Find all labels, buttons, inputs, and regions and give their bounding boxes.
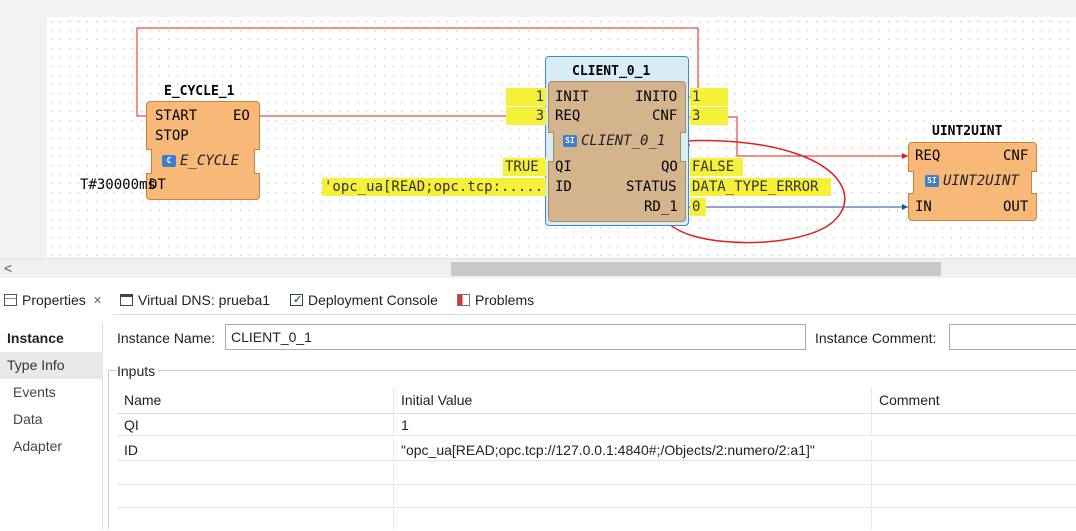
cell-initial-value[interactable]: 1 xyxy=(394,414,872,436)
service-interface-icon: SI xyxy=(563,135,577,147)
side-tab-events[interactable]: Events xyxy=(0,379,103,406)
tab-label: Virtual DNS: prueba1 xyxy=(138,292,271,308)
window-icon xyxy=(120,294,133,306)
value-rd-1[interactable]: 0 xyxy=(690,198,706,216)
instance-comment-label: Instance Comment: xyxy=(815,330,937,346)
pin-qo[interactable]: QO xyxy=(661,159,678,175)
cell-empty xyxy=(117,463,394,485)
value-qi[interactable]: TRUE xyxy=(503,158,546,176)
pin-cnf[interactable]: CNF xyxy=(652,108,677,124)
tab-deployment-console[interactable]: ✓ Deployment Console xyxy=(290,285,438,315)
pin-init[interactable]: INIT xyxy=(555,89,589,105)
fb-instance-name[interactable]: UINT2UINT xyxy=(932,124,1002,139)
pin-stop[interactable]: STOP xyxy=(155,128,189,144)
fb-notch-left xyxy=(146,149,152,174)
check-mark: ✓ xyxy=(293,294,303,306)
value-inito[interactable]: 1 xyxy=(690,88,728,106)
table-header-row: Name Initial Value Comment xyxy=(117,387,1076,414)
column-header-comment[interactable]: Comment xyxy=(872,387,1076,414)
cell-name[interactable]: ID xyxy=(117,439,394,461)
instance-name-label: Instance Name: xyxy=(117,330,216,346)
fb-type-label[interactable]: C E_CYCLE xyxy=(162,153,239,169)
cell-initial-value[interactable]: "opc_ua[READ;opc.tcp://127.0.0.1:4840#;/… xyxy=(394,439,872,461)
inputs-group-label: Inputs xyxy=(117,363,159,379)
value-status[interactable]: DATA_TYPE_ERROR xyxy=(690,178,831,196)
function-block-diagram-editor[interactable]: E_CYCLE_1 START STOP EO DT C E_CYCLE T#3… xyxy=(0,0,1076,258)
pin-eo[interactable]: EO xyxy=(233,108,250,124)
tab-problems[interactable]: Problems xyxy=(457,285,534,315)
close-icon[interactable]: ✕ xyxy=(93,294,102,307)
column-header-initial-value[interactable]: Initial Value xyxy=(394,387,872,414)
pin-cnf[interactable]: CNF xyxy=(1003,148,1028,164)
table-row-empty xyxy=(117,509,1076,531)
tab-virtual-dns[interactable]: Virtual DNS: prueba1 xyxy=(120,285,270,315)
problems-icon xyxy=(457,294,470,306)
value-init[interactable]: 1 xyxy=(506,88,546,106)
cell-empty xyxy=(117,486,394,508)
pin-in[interactable]: IN xyxy=(915,199,932,215)
fb-type-name: E_CYCLE xyxy=(180,153,240,169)
fb-notch-right xyxy=(680,132,686,162)
cell-empty xyxy=(394,486,872,508)
fb-notch-left xyxy=(548,132,554,162)
side-tab-data[interactable]: Data xyxy=(0,406,103,433)
pin-inito[interactable]: INITO xyxy=(635,89,677,105)
service-interface-icon: SI xyxy=(925,175,939,187)
fb-notch-left xyxy=(908,171,914,194)
pin-out[interactable]: OUT xyxy=(1003,199,1028,215)
horizontal-scrollbar[interactable]: < xyxy=(0,258,1076,278)
scrollbar-thumb[interactable] xyxy=(451,262,941,276)
pin-rd-1[interactable]: RD_1 xyxy=(644,199,678,215)
pin-id[interactable]: ID xyxy=(555,179,572,195)
inputs-table: Name Initial Value Comment QI 1 ID "opc_… xyxy=(117,387,1076,529)
table-row[interactable]: QI 1 xyxy=(117,414,1076,436)
properties-icon xyxy=(4,294,17,306)
fb-instance-name[interactable]: CLIENT_0_1 xyxy=(572,64,650,79)
value-cnf[interactable]: 3 xyxy=(690,107,728,125)
fb-notch-right xyxy=(254,149,260,174)
cell-name[interactable]: QI xyxy=(117,414,394,436)
pin-req[interactable]: REQ xyxy=(915,148,940,164)
scroll-left-arrow-icon[interactable]: < xyxy=(4,260,12,276)
cell-empty xyxy=(117,509,394,529)
console-icon: ✓ xyxy=(290,294,303,306)
instance-name-input[interactable]: CLIENT_0_1 xyxy=(225,324,806,350)
fb-instance-name[interactable]: E_CYCLE_1 xyxy=(164,84,234,99)
tab-label: Properties xyxy=(22,292,86,308)
cell-comment[interactable] xyxy=(872,414,1076,436)
value-req[interactable]: 3 xyxy=(506,107,546,125)
side-tab-adapter[interactable]: Adapter xyxy=(0,433,103,460)
column-header-name[interactable]: Name xyxy=(117,387,394,414)
table-row[interactable]: ID "opc_ua[READ;opc.tcp://127.0.0.1:4840… xyxy=(117,439,1076,461)
fb-type-name: UINT2UINT xyxy=(943,173,1019,189)
fb-type-label[interactable]: SI UINT2UINT xyxy=(925,173,1019,189)
cell-empty xyxy=(394,463,872,485)
table-row-empty xyxy=(117,486,1076,508)
pin-qi[interactable]: QI xyxy=(555,159,572,175)
value-qo[interactable]: FALSE xyxy=(690,158,743,176)
pin-start[interactable]: START xyxy=(155,108,197,124)
instance-comment-input[interactable] xyxy=(949,324,1076,350)
view-tab-bar: Properties ✕ Virtual DNS: prueba1 ✓ Depl… xyxy=(0,285,1076,315)
pin-status[interactable]: STATUS xyxy=(626,179,677,195)
fb-type-label[interactable]: SI CLIENT_0_1 xyxy=(563,133,665,149)
properties-side-tabs: Instance Type Info Events Data Adapter xyxy=(0,323,103,529)
tab-label: Deployment Console xyxy=(308,292,438,308)
fb-type-name: CLIENT_0_1 xyxy=(581,133,666,149)
tab-label: Problems xyxy=(475,292,535,308)
cell-empty xyxy=(394,509,872,529)
cell-comment[interactable] xyxy=(872,439,1076,461)
value-id[interactable]: 'opc_ua[READ;opc.tcp:...... xyxy=(322,178,546,196)
tab-properties[interactable]: Properties ✕ xyxy=(0,285,113,315)
side-tab-instance[interactable]: Instance xyxy=(0,325,103,352)
fb-notch-right xyxy=(1031,171,1037,194)
table-row-empty xyxy=(117,463,1076,485)
pin-req[interactable]: REQ xyxy=(555,108,580,124)
composite-type-icon: C xyxy=(162,155,176,167)
dt-value[interactable]: T#30000ms xyxy=(80,177,156,193)
side-tab-type-info[interactable]: Type Info xyxy=(0,352,103,379)
